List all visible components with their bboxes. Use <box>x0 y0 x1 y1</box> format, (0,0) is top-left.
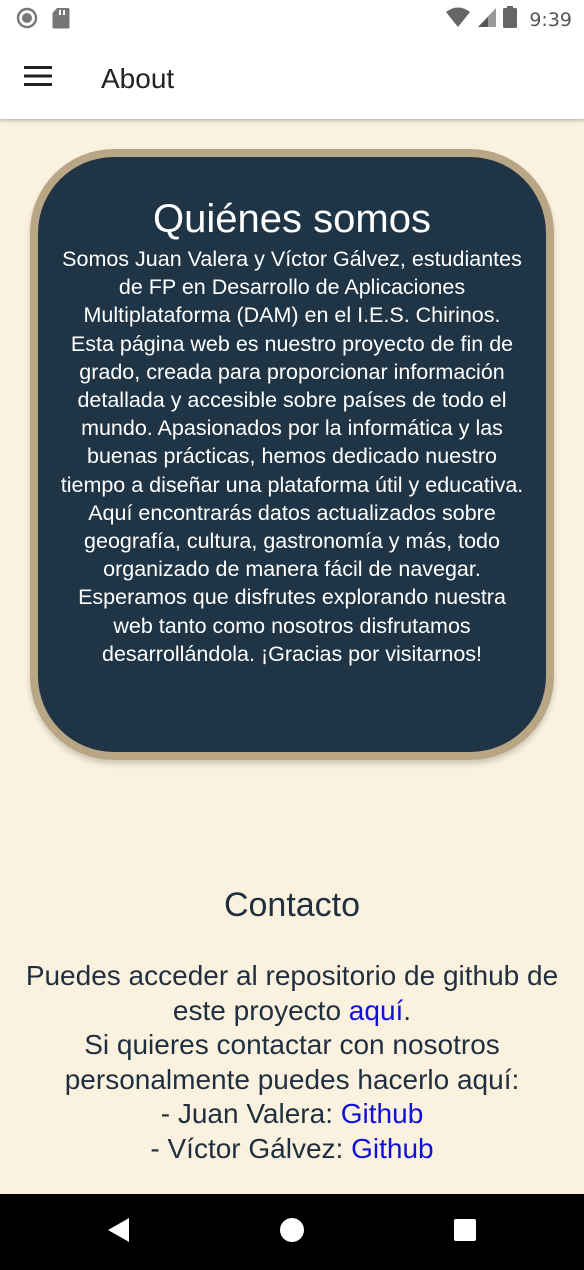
person2-label: - Víctor Gálvez: <box>150 1132 352 1164</box>
record-icon <box>16 7 38 34</box>
battery-icon <box>503 6 518 33</box>
person1-label: - Juan Valera: <box>160 1098 341 1129</box>
about-title: Quiénes somos <box>153 197 431 241</box>
navigation-bar <box>0 1194 584 1270</box>
about-description: Somos Juan Valera y Víctor Gálvez, estud… <box>60 247 524 666</box>
status-bar: 9:39 <box>0 0 584 37</box>
back-icon[interactable] <box>107 1217 131 1248</box>
contact-person-victor: - Víctor Gálvez: Github <box>20 1132 564 1167</box>
recents-button[interactable] <box>447 1214 483 1250</box>
repo-end: . <box>403 994 412 1026</box>
contact-title: Contacto <box>223 886 361 924</box>
sd-card-icon <box>52 7 70 34</box>
recents-icon[interactable] <box>454 1218 476 1246</box>
juan-github-link[interactable]: Github <box>341 1098 424 1129</box>
contact-person-juan: - Juan Valera: Github <box>20 1097 564 1132</box>
about-card-content: Quiénes somos Somos Juan Valera y Víctor… <box>38 157 546 752</box>
hamburger-menu-icon[interactable] <box>24 65 52 91</box>
app-bar: About <box>0 37 584 119</box>
page-title: About <box>101 63 175 94</box>
home-icon[interactable] <box>279 1217 305 1248</box>
contact-section: Contacto Puedes acceder al repositorio d… <box>0 880 584 1166</box>
repo-link[interactable]: aquí <box>349 995 404 1026</box>
menu-button[interactable] <box>14 55 62 101</box>
status-time: 9:39 <box>529 8 572 31</box>
victor-github-link[interactable]: Github <box>351 1133 434 1164</box>
repo-paragraph: Puedes acceder al repositorio de github … <box>20 959 564 1028</box>
repo-text: Puedes acceder al repositorio de github … <box>25 960 559 1026</box>
about-card: Quiénes somos Somos Juan Valera y Víctor… <box>30 149 554 760</box>
contact-text: Puedes acceder al repositorio de github … <box>0 959 584 1166</box>
back-button[interactable] <box>101 1214 137 1250</box>
signal-icon <box>477 6 497 33</box>
personal-contact-text: Si quieres contactar con nosotros person… <box>64 1029 520 1095</box>
wifi-icon <box>445 6 471 33</box>
home-button[interactable] <box>274 1214 310 1250</box>
